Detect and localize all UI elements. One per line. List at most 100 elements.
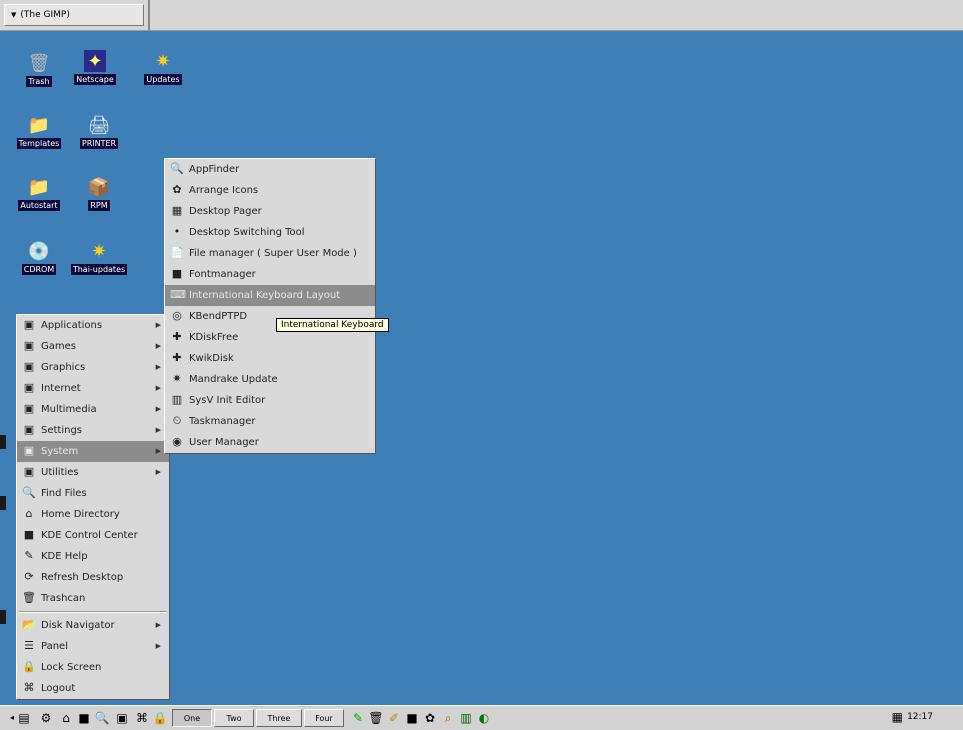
edge-marker — [0, 496, 6, 510]
k-menu-item-internet[interactable]: ▣ Internet ▶ — [17, 378, 169, 399]
tray-icon[interactable]: ▦ — [892, 710, 903, 724]
k-menu-item-logout[interactable]: ⌘ Logout — [17, 678, 169, 699]
desktop-icon-thai-updates[interactable]: ✷ Thai-updates — [64, 240, 134, 275]
menu-item-label: Desktop Switching Tool — [189, 227, 305, 238]
desktop-icon-updates[interactable]: ✷ Updates — [128, 50, 198, 85]
k-menu-item-settings[interactable]: ▣ Settings ▶ — [17, 420, 169, 441]
internet-icon: ▣ — [23, 381, 35, 394]
window-list-tab[interactable]: ▼ (The GIMP) — [4, 4, 144, 26]
pager-three[interactable]: Three — [256, 709, 302, 727]
speaker-icon[interactable]: ◐ — [476, 710, 492, 726]
system-item-arrange-icons[interactable]: ✿ Arrange Icons — [165, 180, 375, 201]
chart-icon[interactable]: ▥ — [458, 710, 474, 726]
system-item-user-manager[interactable]: ◉ User Manager — [165, 432, 375, 453]
pager-one[interactable]: One — [172, 709, 212, 727]
trash-icon: 🗑 — [27, 52, 51, 74]
system-item-file-manager-super-user-mode[interactable]: 📄 File manager ( Super User Mode ) — [165, 243, 375, 264]
menu-item-label: Graphics — [41, 362, 86, 373]
menu-item-label: Utilities — [41, 467, 79, 478]
system-item-sysv-init-editor[interactable]: ▥ SysV Init Editor — [165, 390, 375, 411]
k-menu-item-refresh-desktop[interactable]: ⟳ Refresh Desktop — [17, 567, 169, 588]
submenu-arrow-icon: ▶ — [155, 447, 161, 455]
system-item-desktop-switching-tool[interactable]: • Desktop Switching Tool — [165, 222, 375, 243]
terminal-icon[interactable]: ▣ — [114, 710, 130, 726]
k-menu-item-utilities[interactable]: ▣ Utilities ▶ — [17, 462, 169, 483]
edge-marker — [0, 435, 6, 449]
gimp-icon[interactable]: ✿ — [422, 710, 438, 726]
menu-item-label: AppFinder — [189, 164, 240, 175]
home-icon[interactable]: ⌂ — [58, 710, 74, 726]
pager-four[interactable]: Four — [304, 709, 344, 727]
system-item-fontmanager[interactable]: ■ Fontmanager — [165, 264, 375, 285]
menu-item-label: File manager ( Super User Mode ) — [189, 248, 357, 259]
desktop-icon-rpm[interactable]: 📦 RPM — [64, 176, 134, 211]
monitor-icon[interactable]: ■ — [404, 710, 420, 726]
desktop-icon-netscape[interactable]: ✦ Netscape — [60, 50, 130, 85]
top-window-bar: ▼ (The GIMP) — [0, 0, 963, 31]
k-menu-item-graphics[interactable]: ▣ Graphics ▶ — [17, 357, 169, 378]
system-item-desktop-pager[interactable]: ▦ Desktop Pager — [165, 201, 375, 222]
taskbar: ◂ ▤ ⚙ ⌂ ■ 🔍 ▣ ⌘ 🔒 One Two Three Four ✎ 🗑… — [0, 705, 963, 730]
menu-item-label: KDE Control Center — [41, 530, 138, 541]
menu-item-label: User Manager — [189, 437, 259, 448]
pencil-icon[interactable]: ✎ — [350, 710, 366, 726]
cdrom-icon: 💿 — [27, 240, 51, 262]
system-item-appfinder[interactable]: 🔍 AppFinder — [165, 159, 375, 180]
menu-item-label: SysV Init Editor — [189, 395, 266, 406]
arrange-icons-icon: ✿ — [172, 183, 182, 196]
menu-separator — [19, 611, 167, 613]
menu-item-label: Settings — [41, 425, 83, 436]
lock-icon[interactable]: 🔒 — [152, 710, 168, 726]
k-menu-item-trashcan[interactable]: 🗑 Trashcan — [17, 588, 169, 609]
menu-item-label: Trashcan — [41, 593, 86, 604]
refresh-icon: ⟳ — [24, 570, 34, 583]
k-menu-item-kde-help[interactable]: ✎ KDE Help — [17, 546, 169, 567]
submenu-arrow-icon: ▶ — [155, 321, 161, 329]
trash-icon[interactable]: 🗑 — [368, 710, 384, 726]
submenu-arrow-icon: ▶ — [155, 405, 161, 413]
k-menu-item-games[interactable]: ▣ Games ▶ — [17, 336, 169, 357]
gear-icon[interactable]: ⚙ — [38, 710, 54, 726]
menu-item-label: Home Directory — [41, 509, 120, 520]
k-menu: ▣ Applications ▶ ▣ Games ▶ ▣ Graphics ▶ ▣ Internet… — [16, 314, 170, 700]
control-center-icon[interactable]: ■ — [76, 710, 92, 726]
k-menu-item-kde-control-center[interactable]: ■ KDE Control Center — [17, 525, 169, 546]
menu-item-label: KBendPTPD — [189, 311, 248, 322]
system-item-international-keyboard-layout[interactable]: ⌨ International Keyboard Layout — [165, 285, 375, 306]
pager-icon: ▦ — [171, 204, 183, 217]
pager-two[interactable]: Two — [214, 709, 254, 727]
menu-item-label: Refresh Desktop — [41, 572, 124, 583]
top-separator — [148, 0, 150, 30]
menu-item-label: Disk Navigator — [41, 620, 115, 631]
menu-item-label: Logout — [41, 683, 76, 694]
games-icon: ▣ — [23, 339, 35, 352]
find-icon[interactable]: 🔍 — [94, 710, 110, 726]
system-item-taskmanager[interactable]: ⏲ Taskmanager — [165, 411, 375, 432]
k-menu-item-multimedia[interactable]: ▣ Multimedia ▶ — [17, 399, 169, 420]
k-menu-button-icon[interactable]: ▤ — [16, 710, 32, 726]
menu-item-label: Mandrake Update — [189, 374, 278, 385]
system-item-mandrake-update[interactable]: ✷ Mandrake Update — [165, 369, 375, 390]
k-menu-item-system[interactable]: ▣ System ▶ — [17, 441, 169, 462]
taskmanager-icon: ⏲ — [172, 414, 182, 427]
trashcan-icon: 🗑 — [22, 591, 36, 604]
k-menu-item-home-directory[interactable]: ⌂ Home Directory — [17, 504, 169, 525]
system-item-kwikdisk[interactable]: ✚ KwikDisk — [165, 348, 375, 369]
menu-item-label: Find Files — [41, 488, 87, 499]
k-menu-item-panel[interactable]: ☰ Panel ▶ — [17, 636, 169, 657]
k-menu-item-find-files[interactable]: 🔍 Find Files — [17, 483, 169, 504]
desktop-icon-printer[interactable]: 🖨 PRINTER — [64, 114, 134, 149]
search-icon[interactable]: ⌕ — [440, 710, 456, 726]
k-menu-item-lock-screen[interactable]: 🔒 Lock Screen — [17, 657, 169, 678]
menu-item-label: Fontmanager — [189, 269, 256, 280]
k-menu-item-disk-navigator[interactable]: 📂 Disk Navigator ▶ — [17, 615, 169, 636]
find-files-icon: 🔍 — [22, 486, 36, 499]
paint-icon[interactable]: ✐ — [386, 710, 402, 726]
menu-item-label: System — [41, 446, 79, 457]
submenu-arrow-icon: ▶ — [155, 468, 161, 476]
k-menu-item-applications[interactable]: ▣ Applications ▶ — [17, 315, 169, 336]
menu-item-label: KwikDisk — [189, 353, 234, 364]
menu-item-label: KDiskFree — [189, 332, 239, 343]
logout-icon[interactable]: ⌘ — [134, 710, 150, 726]
folder-icon: 📁 — [27, 114, 51, 136]
